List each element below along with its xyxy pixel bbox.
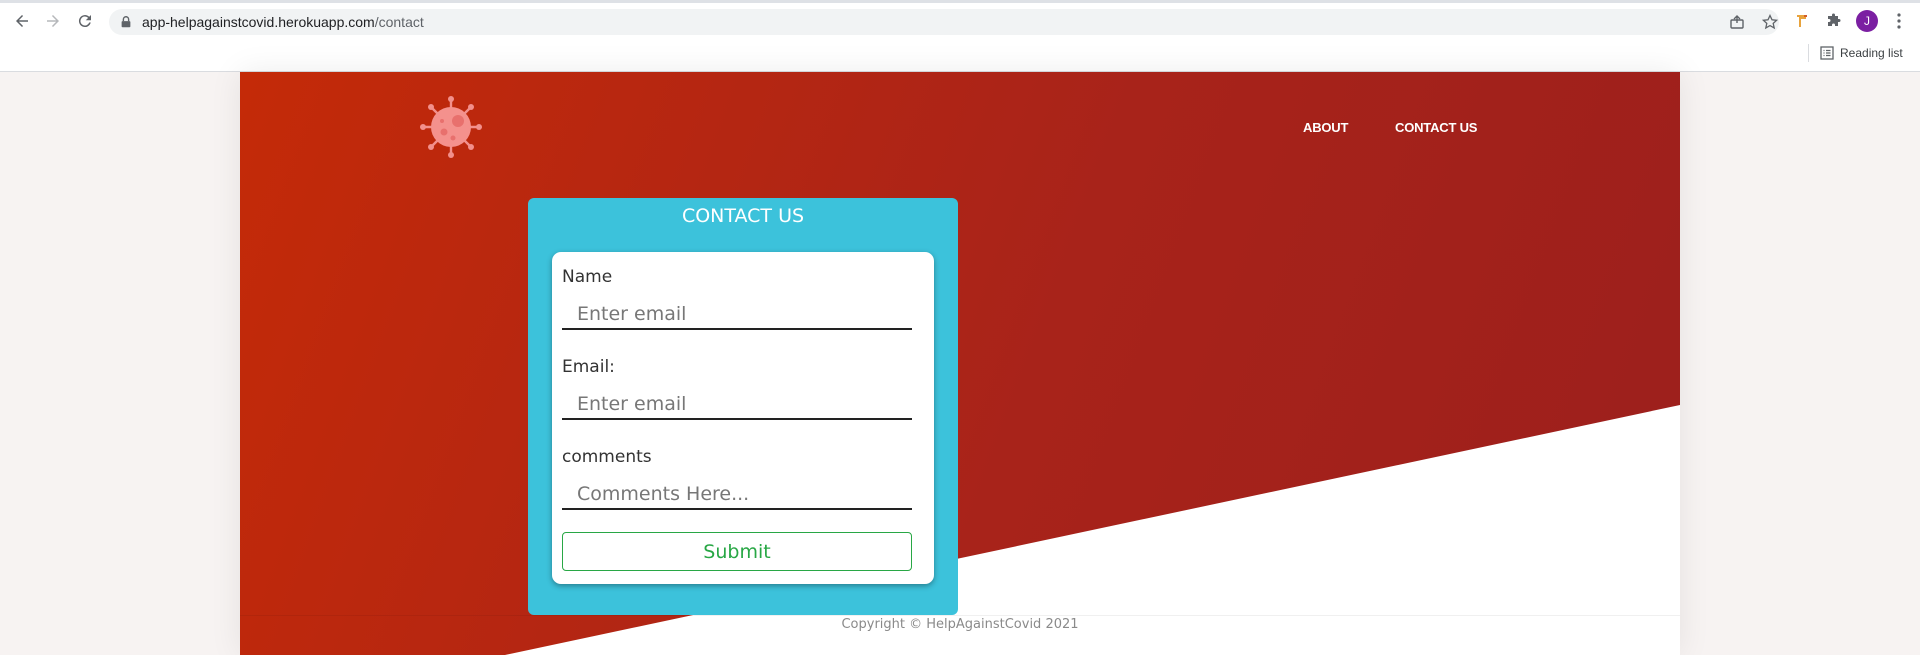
name-label: Name: [562, 267, 613, 287]
url-host: app-helpagainstcovid.herokuapp.com: [142, 14, 375, 30]
contact-card: CONTACT US Name Email: comments Submit: [528, 198, 958, 615]
email-field[interactable]: [562, 390, 912, 420]
web-page: ABOUT CONTACT US CONTACT US Name Email: …: [240, 72, 1680, 655]
comments-field[interactable]: [562, 480, 912, 510]
back-button[interactable]: [10, 9, 34, 33]
reload-button[interactable]: [73, 9, 97, 33]
extension-flag-icon[interactable]: [1792, 11, 1812, 31]
address-bar[interactable]: app-helpagainstcovid.herokuapp.com/conta…: [109, 9, 1779, 35]
profile-avatar[interactable]: J: [1856, 10, 1878, 32]
virus-icon[interactable]: [418, 94, 484, 160]
bookmark-star-icon[interactable]: [1762, 14, 1778, 30]
reading-list-button[interactable]: Reading list: [1820, 44, 1903, 62]
url-path: /contact: [374, 14, 424, 30]
browser-toolbar: app-helpagainstcovid.herokuapp.com/conta…: [0, 0, 1920, 72]
reading-list-label: Reading list: [1840, 46, 1903, 60]
nav-link-about[interactable]: ABOUT: [1303, 120, 1348, 135]
name-field[interactable]: [562, 300, 912, 330]
bookmarks-divider: [1808, 44, 1809, 62]
url-text: app-helpagainstcovid.herokuapp.com/conta…: [142, 14, 424, 30]
tab-strip-edge: [0, 0, 1920, 3]
copyright-text: Copyright © HelpAgainstCovid 2021: [841, 617, 1079, 632]
nav-link-contact-us[interactable]: CONTACT US: [1395, 120, 1477, 135]
kebab-menu-icon[interactable]: [1890, 11, 1908, 31]
footer-divider: [240, 615, 1680, 616]
reload-icon: [78, 15, 91, 28]
back-arrow-icon: [16, 15, 28, 27]
contact-form: Name Email: comments Submit: [552, 252, 934, 584]
puzzle-icon[interactable]: [1824, 11, 1844, 31]
contact-card-title: CONTACT US: [681, 205, 805, 227]
forward-arrow-icon: [47, 15, 59, 27]
reading-list-icon: [1820, 46, 1834, 60]
share-icon[interactable]: [1729, 14, 1745, 30]
submit-button[interactable]: Submit: [562, 532, 912, 571]
forward-button[interactable]: [41, 9, 65, 33]
comments-label: comments: [562, 447, 652, 467]
email-label: Email:: [562, 357, 615, 377]
lock-icon: [121, 16, 131, 28]
